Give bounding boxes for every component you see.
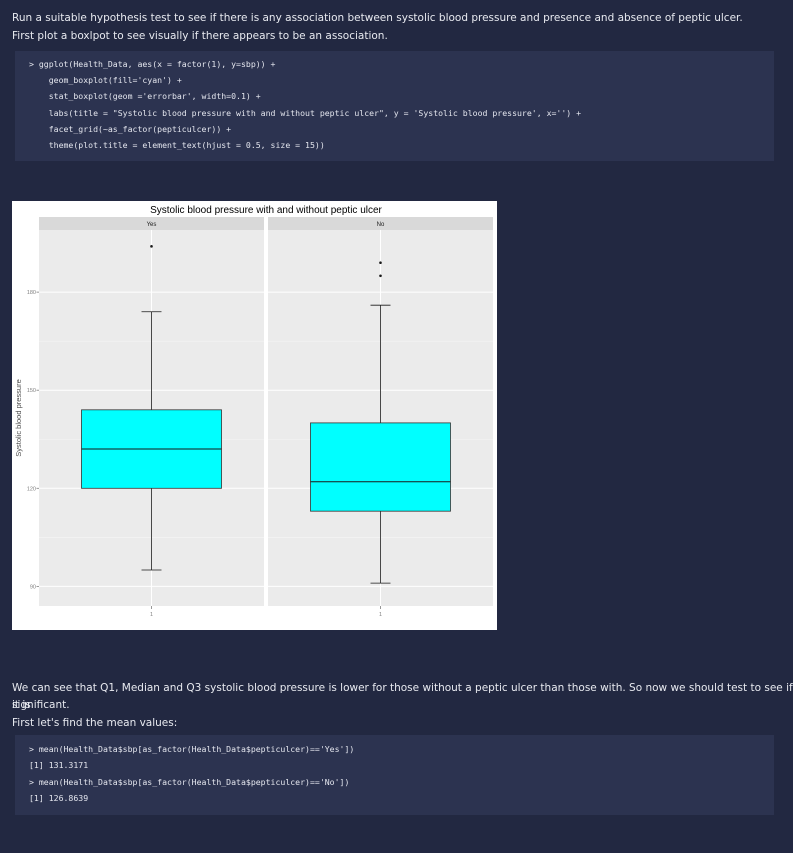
code-line: > mean(Health_Data$sbp[as_factor(Health_… [29, 744, 355, 754]
y-tick-label: 120 [27, 486, 36, 492]
y-axis-label: Systolic blood pressure [14, 379, 23, 457]
code-line: [1] 131.3171 [29, 760, 89, 770]
chart-title: Systolic blood pressure with and without… [150, 205, 382, 216]
facet-strip-label: Yes [147, 222, 157, 228]
intro-line-2: First plot a boxlpot to see visually if … [12, 30, 388, 42]
code-line: > mean(Health_Data$sbp[as_factor(Health_… [29, 777, 350, 787]
outlier-point [379, 261, 382, 264]
y-tick-label: 180 [27, 290, 36, 296]
x-tick-label: 1 [379, 612, 382, 618]
y-tick-label: 90 [30, 584, 36, 590]
box-iqr [310, 422, 451, 512]
boxplot-chart: Systolic blood pressure with and without… [14, 205, 493, 618]
notebook-page: Run a suitable hypothesis test to see if… [0, 0, 793, 853]
analysis-line-2: significant. [12, 699, 70, 711]
y-tick-label: 150 [27, 388, 36, 394]
ggplot-code-block[interactable]: > ggplot(Health_Data, aes(x = factor(1),… [15, 51, 774, 161]
code-line: geom_boxplot(fill='cyan') + [29, 75, 182, 85]
analysis-line-3: First let's find the mean values: [12, 717, 178, 729]
x-tick-label: 1 [150, 612, 153, 618]
code-line: labs(title = "Systolic blood pressure wi… [29, 108, 582, 118]
outlier-point [379, 274, 382, 278]
mean-code-block[interactable]: > mean(Health_Data$sbp[as_factor(Health_… [15, 735, 774, 815]
code-line: facet_grid(~as_factor(pepticulcer)) + [29, 124, 232, 134]
code-line: theme(plot.title = element_text(hjust = … [29, 140, 325, 150]
outlier-point [150, 245, 153, 248]
code-line: [1] 126.8639 [29, 793, 89, 803]
code-line: stat_boxplot(geom ='errorbar', width=0.1… [29, 91, 261, 101]
boxplot-figure: Systolic blood pressure with and without… [12, 201, 497, 630]
code-line: > ggplot(Health_Data, aes(x = factor(1),… [29, 59, 276, 69]
analysis-line-1: We can see that Q1, Median and Q3 systol… [12, 682, 793, 711]
intro-line-1: Run a suitable hypothesis test to see if… [12, 12, 743, 24]
facet-strip-label: No [377, 222, 385, 228]
